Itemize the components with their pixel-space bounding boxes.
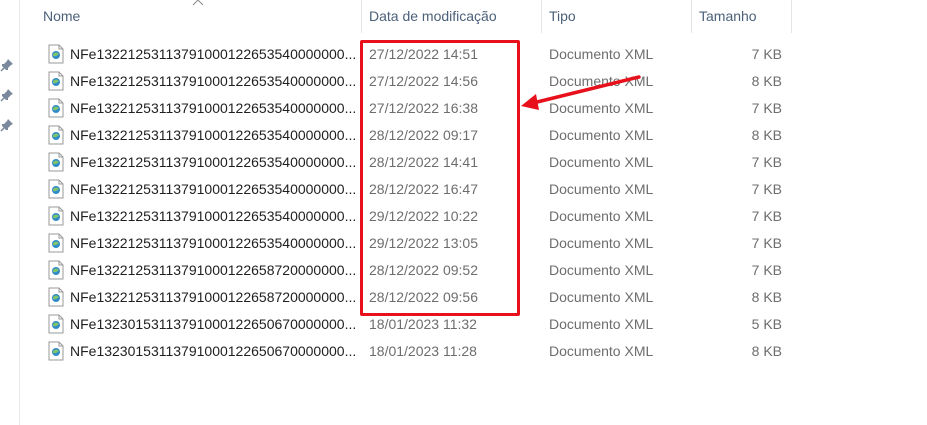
file-size: 8 KB: [751, 343, 782, 359]
file-name[interactable]: NFe13221253113791000122653540000000...: [70, 95, 360, 122]
file-name[interactable]: NFe13221253113791000122653540000000...: [70, 203, 360, 230]
file-name[interactable]: NFe13221253113791000122658720000000...: [70, 257, 360, 284]
column-header-name-label: Nome: [43, 8, 81, 24]
file-size: 5 KB: [751, 316, 782, 332]
column-header-type-label: Tipo: [549, 8, 576, 24]
column-header-name[interactable]: Nome: [36, 0, 362, 33]
file-type: Documento XML: [549, 316, 654, 332]
file-modified-date: 18/01/2023 11:28: [369, 343, 477, 359]
pin-icon[interactable]: [0, 88, 14, 102]
file-name[interactable]: NFe13221253113791000122653540000000...: [70, 122, 360, 149]
file-size: 7 KB: [751, 235, 782, 251]
pin-icon[interactable]: [0, 58, 14, 72]
xml-file-icon: [48, 125, 64, 145]
file-name[interactable]: NFe13230153113791000122650670000000...: [70, 338, 360, 365]
file-size: 7 KB: [751, 154, 782, 170]
navigation-pane: [0, 0, 20, 425]
file-type: Documento XML: [549, 262, 654, 278]
file-name[interactable]: NFe13221253113791000122653540000000...: [70, 149, 360, 176]
file-type: Documento XML: [549, 289, 654, 305]
file-size: 7 KB: [751, 46, 782, 62]
xml-file-icon: [48, 341, 64, 361]
file-size: 7 KB: [751, 208, 782, 224]
file-type: Documento XML: [549, 46, 654, 62]
xml-file-icon: [48, 71, 64, 91]
pin-icon[interactable]: [0, 118, 14, 132]
column-header-size-label: Tamanho: [699, 8, 757, 24]
file-name[interactable]: NFe13221253113791000122653540000000...: [70, 41, 360, 68]
column-header-type[interactable]: Tipo: [542, 0, 692, 33]
xml-file-icon: [48, 287, 64, 307]
column-header-bar: Nome Data de modificação Tipo Tamanho: [19, 0, 927, 33]
file-name[interactable]: NFe13230153113791000122650670000000...: [70, 311, 360, 338]
file-size: 8 KB: [751, 289, 782, 305]
xml-file-icon: [48, 260, 64, 280]
file-name[interactable]: NFe13221253113791000122653540000000...: [70, 230, 360, 257]
xml-file-icon: [48, 152, 64, 172]
file-type: Documento XML: [549, 127, 654, 143]
xml-file-icon: [48, 206, 64, 226]
column-header-date[interactable]: Data de modificação: [362, 0, 542, 33]
sort-ascending-icon: [192, 0, 204, 6]
xml-file-icon: [48, 314, 64, 334]
file-type: Documento XML: [549, 235, 654, 251]
column-header-date-label: Data de modificação: [369, 8, 497, 24]
file-size: 8 KB: [751, 73, 782, 89]
file-type: Documento XML: [549, 154, 654, 170]
column-header-size[interactable]: Tamanho: [692, 0, 792, 33]
xml-file-icon: [48, 44, 64, 64]
file-size: 7 KB: [751, 100, 782, 116]
file-size: 8 KB: [751, 127, 782, 143]
xml-file-icon: [48, 98, 64, 118]
file-name[interactable]: NFe13221253113791000122653540000000...: [70, 176, 360, 203]
file-size: 7 KB: [751, 262, 782, 278]
annotation-highlight-box: [360, 40, 520, 316]
file-row[interactable]: NFe13230153113791000122650670000000... 18…: [40, 338, 800, 365]
file-name[interactable]: NFe13221253113791000122653540000000...: [70, 68, 360, 95]
file-type: Documento XML: [549, 343, 654, 359]
file-type: Documento XML: [549, 181, 654, 197]
file-type: Documento XML: [549, 208, 654, 224]
file-size: 7 KB: [751, 181, 782, 197]
xml-file-icon: [48, 179, 64, 199]
xml-file-icon: [48, 233, 64, 253]
file-name[interactable]: NFe13221253113791000122658720000000...: [70, 284, 360, 311]
annotation-arrow-icon: [521, 75, 641, 110]
